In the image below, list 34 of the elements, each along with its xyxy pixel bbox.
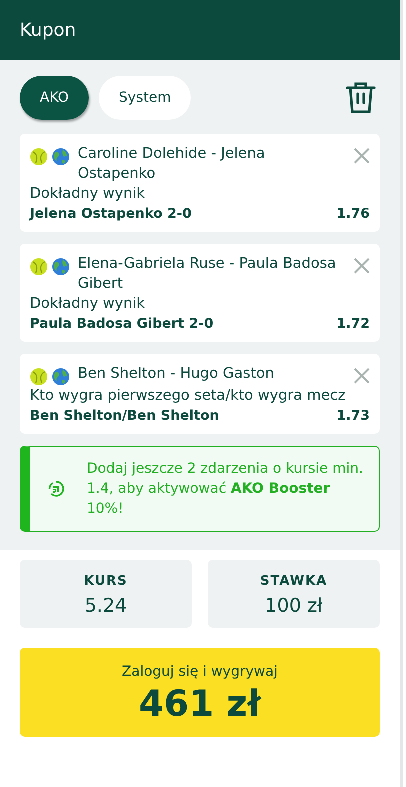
summary-label: KURS [83,573,129,591]
event-name: Caroline Dolehide - Jelena Ostapenko [78,145,266,184]
globe-icon [52,148,70,166]
odds-value: 1.76 [336,205,370,224]
market-name: Kto wygra pierwszego seta/kto wygra mecz [30,387,347,406]
tennis-ball-icon [30,148,48,166]
selection-name: Jelena Ostapenko 2-0 [30,205,192,224]
tennis-ball-icon [30,258,48,276]
odds-value: 1.72 [336,315,370,334]
remove-bet-button[interactable] [354,148,370,164]
close-icon [354,148,370,164]
market-name: Dokładny wynik [30,295,146,314]
summary-value: 100 zł [264,594,324,618]
close-icon [354,368,370,384]
selection-name: Ben Shelton/Ben Shelton [30,407,220,426]
close-icon [354,258,370,274]
header-title: Kupon [20,18,76,42]
market-name: Dokładny wynik [30,185,146,204]
globe-icon [52,258,70,276]
event-name: Ben Shelton - Hugo Gaston [78,365,276,384]
event-name: Elena-Gabriela Ruse - Paula Badosa Gibert [78,255,338,294]
odds-value: 1.73 [336,407,370,426]
login-win-button[interactable]: Zaloguj się i wygrywaj 461 zł [20,648,380,737]
summary-label: STAWKA [259,573,329,591]
trash-icon [346,81,376,115]
tab[interactable]: System [99,76,192,120]
booster-message: Dodaj jeszcze 2 zdarzenia o kursie min. 1.4, aby aktywować AKO Booster 10%! [86,460,364,519]
remove-bet-button[interactable] [354,258,370,274]
remove-bet-button[interactable] [354,368,370,384]
tennis-ball-icon [30,368,48,386]
globe-icon [52,368,70,386]
selection-name: Paula Badosa Gibert 2-0 [30,315,214,334]
tab[interactable]: AKO [20,76,90,120]
summary-value: 5.24 [84,594,128,618]
